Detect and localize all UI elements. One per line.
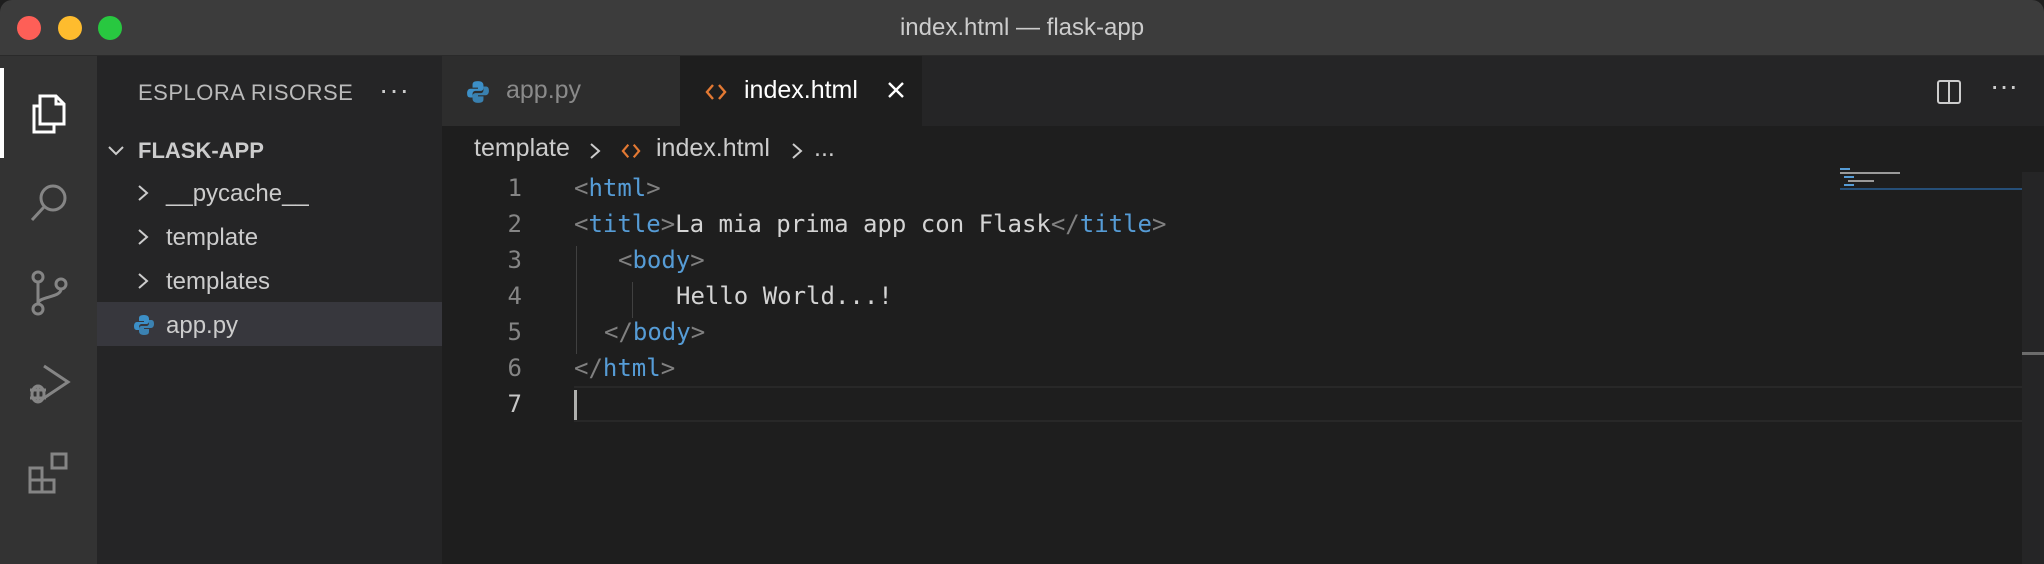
text-cursor <box>574 390 577 420</box>
close-icon[interactable] <box>884 78 908 102</box>
html-icon <box>621 143 641 159</box>
tab-index-html[interactable]: index.html <box>680 56 922 126</box>
code-punct: > <box>660 210 676 238</box>
line-number: 5 <box>507 318 522 346</box>
vscode-window: index.html — flask-app ESPLORA RISORSE ·… <box>0 0 2044 564</box>
code-tag: title <box>588 210 661 238</box>
tab-app-py[interactable]: app.py <box>442 56 680 126</box>
files-icon <box>32 94 65 134</box>
minimap[interactable] <box>1836 166 2026 206</box>
minimap-line <box>1844 176 1854 178</box>
code-line: </html> <box>574 354 675 382</box>
code-line: <body> <box>618 246 705 274</box>
explorer-more-button[interactable]: ··· <box>379 74 410 106</box>
code-text: La mia prima app con Flask <box>675 210 1051 238</box>
line-number: 1 <box>507 174 522 202</box>
code-punct: </ <box>604 318 633 346</box>
title-bar: index.html — flask-app <box>0 0 2044 56</box>
tree-item-template[interactable]: template <box>97 214 442 258</box>
activity-source-control[interactable] <box>0 248 97 338</box>
code-line: <title>La mia prima app con Flask</title… <box>574 210 1166 238</box>
breadcrumb: template index.html ... <box>442 126 2044 172</box>
editor-more-button[interactable]: ··· <box>1990 70 2018 102</box>
line-number: 3 <box>507 246 522 274</box>
minimap-line <box>1844 184 1854 186</box>
chevron-down-icon <box>108 146 124 156</box>
explorer-sidebar: ESPLORA RISORSE ··· FLASK-APP __pycache_… <box>97 56 442 564</box>
editor-tab-bar: app.py index.html ··· <box>442 56 2044 126</box>
explorer-title: ESPLORA RISORSE <box>138 80 354 105</box>
code-tag: html <box>588 174 647 202</box>
code-editor[interactable]: 1 2 3 4 5 6 7 <html> <title>La mia prima… <box>442 172 2044 564</box>
run-debug-icon <box>29 364 71 404</box>
code-line: </body> <box>604 318 705 346</box>
search-icon <box>30 184 66 222</box>
current-line-highlight <box>574 386 2044 422</box>
minimap-line <box>1840 188 2024 190</box>
folder-root-flask-app[interactable]: FLASK-APP <box>97 130 442 170</box>
breadcrumb-symbol[interactable]: ... <box>814 134 835 163</box>
code-text: Hello World...! <box>676 282 893 310</box>
root-folder-label: FLASK-APP <box>138 138 264 163</box>
activity-extensions[interactable] <box>0 428 97 518</box>
split-editor-icon[interactable] <box>1935 78 1963 106</box>
tree-item-label: app.py <box>166 312 239 339</box>
source-control-icon <box>31 270 67 316</box>
window-title: index.html — flask-app <box>899 14 1145 41</box>
minimap-line <box>1840 168 1850 170</box>
code-punct: > <box>690 246 705 274</box>
code-tag: body <box>632 246 691 274</box>
code-punct: < <box>618 246 633 274</box>
breadcrumb-file[interactable]: index.html <box>656 134 770 163</box>
html-icon <box>705 84 727 100</box>
code-punct: < <box>574 210 589 238</box>
code-punct: < <box>574 174 589 202</box>
tree-item-app-py[interactable]: app.py <box>97 302 442 346</box>
minimap-line <box>1848 180 1874 182</box>
chevron-right-icon <box>590 143 601 159</box>
tab-label: index.html <box>744 76 858 104</box>
tree-item-label: templates <box>166 268 271 295</box>
activity-explorer[interactable] <box>0 68 97 158</box>
python-icon <box>467 81 489 103</box>
python-icon <box>134 315 154 335</box>
code-punct: > <box>690 318 706 346</box>
extensions-icon <box>28 452 67 494</box>
breadcrumb-folder[interactable]: template <box>474 134 570 163</box>
code-punct: </ <box>574 354 603 382</box>
tree-item-label: template <box>166 224 259 251</box>
tree-item-pycache[interactable]: __pycache__ <box>97 170 442 214</box>
line-number: 2 <box>507 210 522 238</box>
tree-item-label: __pycache__ <box>166 180 309 207</box>
chevron-right-icon <box>138 273 149 289</box>
code-tag: html <box>602 354 661 382</box>
activity-search[interactable] <box>0 158 97 248</box>
activity-bar <box>0 56 97 564</box>
code-tag: title <box>1079 210 1152 238</box>
tab-label: app.py <box>506 76 582 104</box>
line-number: 7 <box>507 390 522 418</box>
code-punct: </ <box>1050 210 1080 238</box>
chevron-right-icon <box>792 143 803 159</box>
chevron-right-icon <box>138 185 149 201</box>
line-number: 4 <box>507 282 522 310</box>
code-line: <html> <box>574 174 661 202</box>
code-punct: > <box>1152 210 1167 238</box>
minimap-line <box>1840 172 1900 174</box>
indent-guide <box>576 246 577 354</box>
tree-item-templates[interactable]: templates <box>97 258 442 302</box>
indent-guide <box>632 282 633 318</box>
activity-run-debug[interactable] <box>0 338 97 428</box>
code-punct: > <box>660 354 676 382</box>
code-punct: > <box>646 174 661 202</box>
code-tag: body <box>632 318 691 346</box>
code-line: Hello World...! <box>676 282 893 310</box>
line-number: 6 <box>507 354 522 382</box>
scrollbar-cursor-marker <box>2022 352 2044 355</box>
chevron-right-icon <box>138 229 149 245</box>
vertical-scrollbar[interactable] <box>2022 172 2044 564</box>
